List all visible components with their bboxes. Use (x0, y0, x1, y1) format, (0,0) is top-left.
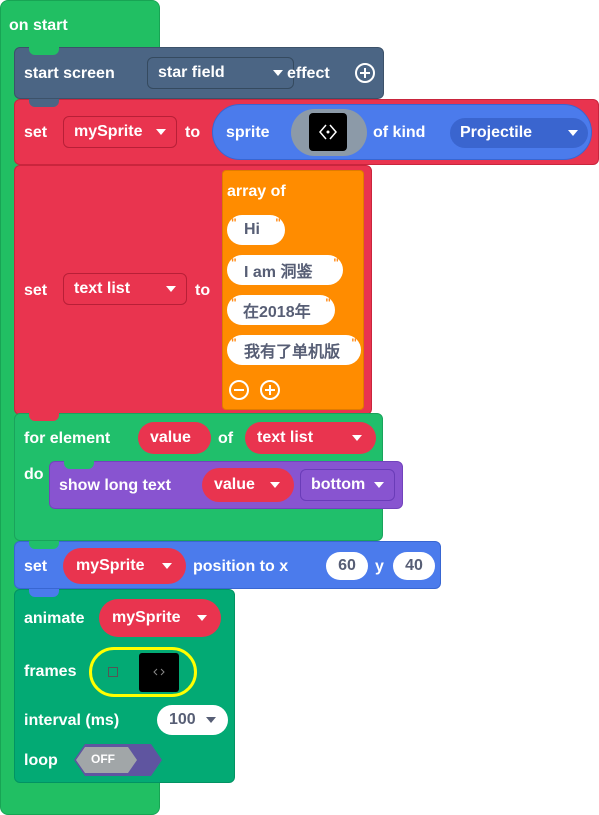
to-label: to (185, 124, 201, 141)
array-item[interactable]: " 我有了单机版 " (227, 335, 361, 365)
set-text-list-block[interactable]: set text list to array of " Hi " " I am 洞鉴 "… (14, 165, 372, 415)
y-label: y (375, 558, 384, 575)
chevron-down-icon (273, 70, 283, 76)
set-label: set (24, 558, 48, 575)
animate-label: animate (24, 610, 85, 627)
chevron-down-icon (197, 615, 207, 621)
y-input[interactable]: 40 (393, 552, 435, 580)
variable-dropdown[interactable]: text list (63, 273, 187, 305)
frames-label: frames (24, 663, 77, 680)
effect-dropdown[interactable]: star field (147, 57, 294, 89)
effect-label: effect (287, 65, 330, 82)
add-icon[interactable] (355, 63, 375, 83)
variable-dropdown[interactable]: mySprite (63, 116, 177, 148)
chevron-down-icon (374, 482, 384, 488)
chevron-down-icon (270, 482, 280, 488)
set-position-block[interactable]: set mySprite position to x 60 y 40 (14, 541, 441, 589)
animate-block[interactable]: animate mySprite frames interval (ms) 10… (14, 589, 235, 783)
position-to-x-label: position to x (193, 558, 289, 575)
show-long-text-block[interactable]: show long text value bottom (49, 461, 403, 509)
frames-field[interactable] (89, 647, 197, 697)
kind-dropdown[interactable]: Projectile (450, 118, 588, 148)
set-sprite-block[interactable]: set mySprite to sprite of kind Projectil… (14, 99, 599, 165)
sprite-dropdown[interactable]: mySprite (63, 548, 186, 584)
loop-toggle[interactable]: OFF (73, 743, 163, 777)
sprite-image-field[interactable] (291, 109, 367, 156)
chevron-down-icon (156, 129, 166, 135)
loop-label: loop (24, 752, 58, 769)
array-item[interactable]: " 在2018年 " (227, 295, 335, 325)
sprite-image-icon (309, 113, 347, 151)
array-item[interactable]: " Hi " (227, 215, 285, 245)
array-of-block[interactable]: array of " Hi " " I am 洞鉴 " " 在2018年 " " 我有了单机版… (222, 170, 364, 410)
set-label: set (24, 282, 48, 299)
sprite-label: sprite (226, 124, 270, 141)
sprite-dropdown[interactable]: mySprite (99, 599, 221, 637)
array-item[interactable]: " I am 洞鉴 " (227, 255, 343, 285)
to-label: to (195, 282, 211, 299)
for-element-label: for element (24, 430, 111, 447)
do-label: do (24, 466, 44, 483)
interval-label: interval (ms) (24, 712, 120, 729)
x-input[interactable]: 60 (326, 552, 368, 580)
on-start-label: on start (9, 17, 68, 34)
sprite-of-kind-block[interactable]: sprite of kind Projectile (212, 104, 592, 160)
of-label: of (218, 430, 234, 447)
remove-item-icon[interactable] (229, 380, 249, 400)
empty-frame-icon (108, 667, 118, 677)
chevron-down-icon (206, 717, 216, 723)
list-dropdown[interactable]: text list (245, 422, 376, 454)
chevron-down-icon (166, 286, 176, 292)
set-label: set (24, 124, 48, 141)
interval-dropdown[interactable]: 100 (157, 705, 228, 735)
chevron-down-icon (162, 563, 172, 569)
value-dropdown[interactable]: value (202, 468, 294, 502)
add-item-icon[interactable] (260, 380, 280, 400)
show-long-text-label: show long text (59, 477, 171, 494)
position-dropdown[interactable]: bottom (300, 469, 395, 501)
chevron-down-icon (352, 435, 362, 441)
loop-variable[interactable]: value (138, 422, 211, 454)
start-screen-block[interactable]: start screen star field effect (14, 47, 384, 99)
chevron-down-icon (568, 130, 578, 136)
of-kind-label: of kind (373, 124, 426, 141)
start-screen-label: start screen (24, 65, 115, 82)
array-of-label: array of (227, 183, 286, 200)
frame-image-icon (139, 653, 179, 692)
